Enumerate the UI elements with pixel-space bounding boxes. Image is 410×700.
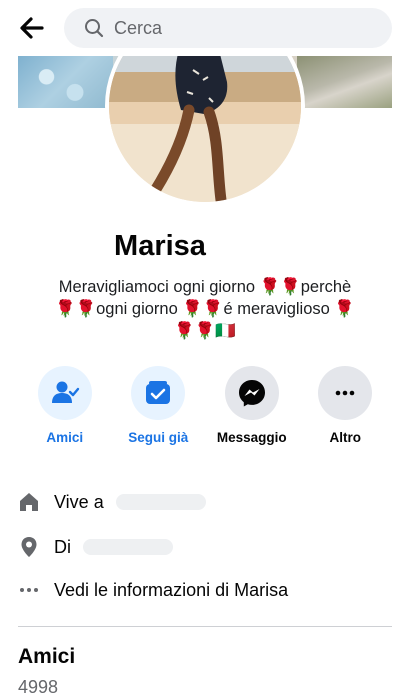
cover-photo-left [18,56,113,108]
lives-in-value-hidden [115,494,206,510]
more-button-circle [318,366,373,420]
home-icon [18,491,40,513]
follow-button-circle [131,366,186,420]
friends-button-circle [37,366,92,420]
more-button[interactable]: Altro [299,366,393,456]
section-divider [18,626,392,627]
cover-photo-right [297,56,392,108]
friends-count: 4998 [18,677,59,697]
more-icon [335,390,355,396]
profile-picture [105,46,305,206]
bio-line-3: 🌹🌹🇮🇹 [174,322,236,340]
friends-section-title[interactable]: Amici [18,645,75,669]
back-button[interactable] [16,14,48,42]
from-label: Di [54,536,71,557]
search-input[interactable]: Cerca [64,8,392,48]
from-row: Di [18,532,392,562]
search-placeholder: Cerca [114,18,163,38]
message-button-circle [224,366,279,420]
lives-in-row: Vive a [18,487,392,517]
profile-bio: Meravigliamoci ogni giorno 🌹🌹perchè 🌹🌹og… [30,276,380,342]
profile-picture-art [109,46,301,202]
friends-button[interactable]: Amici [18,366,112,456]
messenger-icon [238,380,265,407]
see-info-row[interactable]: Vedi le informazioni di Marisa [18,575,392,605]
follow-button-label: Segui già [128,430,189,445]
lives-in-label: Vive a [54,491,104,512]
follow-button[interactable]: Segui già [112,366,206,456]
bio-line-1: Meravigliamoci ogni giorno 🌹🌹perchè [58,278,352,296]
profile-actions: Amici Segui già Messaggio Altro [18,366,392,456]
profile-name: Marisa [114,230,206,262]
location-pin-icon [18,536,40,558]
see-info-link[interactable]: Vedi le informazioni di Marisa [54,580,288,601]
profile-picture-container[interactable] [105,46,305,206]
ellipsis-icon [18,579,40,601]
message-button[interactable]: Messaggio [205,366,299,456]
follow-check-icon [146,381,171,404]
bio-line-2: 🌹🌹ogni giorno 🌹🌹é meraviglioso 🌹 [55,300,355,318]
top-bar: Cerca [0,0,410,56]
friends-check-icon [51,381,79,403]
more-button-label: Altro [329,430,362,445]
from-value-hidden [83,539,173,555]
message-button-label: Messaggio [216,430,287,445]
back-arrow-icon [20,17,44,39]
friends-button-label: Amici [46,430,84,445]
search-icon [85,19,104,38]
